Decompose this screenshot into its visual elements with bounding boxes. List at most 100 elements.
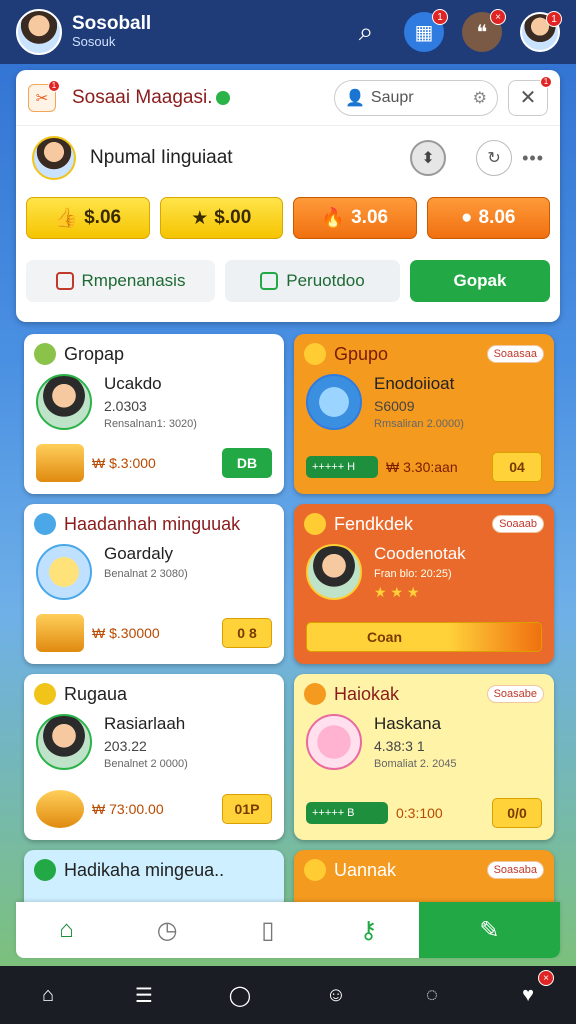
card-value: 4.38:3 1 <box>374 738 425 754</box>
card-avatar <box>36 374 92 430</box>
document-icon[interactable]: ▯ <box>217 902 318 958</box>
notification-badge: 1 <box>432 9 448 25</box>
app-title: Sosoball Sosouk <box>72 14 151 50</box>
heart-icon[interactable]: ♥ × <box>506 970 554 1017</box>
coin-button[interactable]: ● 8.06 <box>426 197 550 239</box>
bookmark-icon[interactable]: ☰ <box>122 973 166 1017</box>
card-sub: Rensalnan1: 3020) <box>104 418 197 430</box>
card[interactable]: Fendkdek Soaaab Coodenotak Fran blo: 20:25… <box>294 504 554 664</box>
user-icon: 👤 <box>345 89 365 107</box>
notification-badge: 1 <box>540 75 552 88</box>
home-icon[interactable]: ⌂ <box>26 973 70 1017</box>
card-name: Coodenotak <box>374 544 466 563</box>
upload-icon[interactable]: ⬍ <box>410 140 447 176</box>
coin-button[interactable]: ★ $.00 <box>159 197 283 239</box>
card-action-button[interactable]: DB <box>222 448 272 478</box>
card-sub: Rmsaliran 2.0000) <box>374 418 464 430</box>
card-title: Gropap <box>64 343 125 364</box>
card-sub: Bomaliat 2. 2045 <box>374 758 457 770</box>
card-action-button[interactable]: 0 8 <box>222 618 272 648</box>
gopak-button[interactable]: Gopak <box>410 260 550 302</box>
card-action-button[interactable]: 04 <box>492 452 542 482</box>
card-value: S6009 <box>374 398 415 414</box>
card-sub: Benalnet 2 0000) <box>104 758 188 770</box>
more-icon[interactable]: ••• <box>522 148 544 169</box>
card-name: Rasiarlaah <box>104 714 186 733</box>
check-icon <box>304 343 326 365</box>
notification-badge: × <box>538 970 554 986</box>
search-input[interactable]: 👤 Saupr ⚙ <box>334 79 498 116</box>
rating-stars: ★ ★ ★ <box>374 584 420 600</box>
card-action-button[interactable]: 0/0 <box>492 798 542 828</box>
search-placeholder: Saupr <box>370 88 414 106</box>
coin-button[interactable]: 🔥 3.06 <box>293 197 417 239</box>
chat-icon[interactable]: ◌ <box>410 973 454 1017</box>
notification-badge: 1 <box>48 79 60 92</box>
page-header: ✂ 1 Sosaai Maagasi. 👤 Saupr ⚙ ✕ 1 <box>16 70 560 126</box>
gear-icon[interactable]: ⚙ <box>473 88 487 108</box>
card-action-button[interactable]: 01P <box>222 794 272 824</box>
clock-icon[interactable]: ◷ <box>117 902 218 958</box>
action-row: Rmpenanasis Peruotdoo Gopak <box>16 246 560 308</box>
cart-icon <box>36 544 92 600</box>
close-button[interactable]: ✕ 1 <box>508 75 552 116</box>
tab-peruotdoo[interactable]: Peruotdoo <box>225 260 400 302</box>
thumb-icon: 👍 <box>54 208 79 229</box>
notification-badge: × <box>490 9 506 25</box>
coins-icon: ● <box>461 207 473 228</box>
card[interactable]: Gpupo Soaasaa Enodoiioat S6009 Rmsaliran 2.… <box>294 334 554 494</box>
card[interactable]: Haiokak Soasabe Haskana 4.38:3 1 Bomaliat 2… <box>294 674 554 840</box>
coin-value: $.00 <box>214 207 252 228</box>
check-icon <box>55 272 74 290</box>
check-icon <box>34 513 56 535</box>
coins-icon <box>36 614 84 652</box>
card-name: Enodoiioat <box>374 374 455 393</box>
refresh-icon[interactable]: ↻ <box>476 140 513 176</box>
home-icon[interactable]: ⌂ <box>16 902 117 958</box>
tab-rmpenanasis[interactable]: Rmpenanasis <box>26 260 215 302</box>
card-price: ₩ 73:00.00 <box>92 801 164 817</box>
profile-icon[interactable]: ☺ <box>314 973 358 1017</box>
key-icon[interactable]: ⚷ <box>318 902 419 958</box>
card[interactable]: Rugaua Rasiarlaah 203.22 Benalnet 2 0000) … <box>24 674 284 840</box>
card-price: ₩ $.3:000 <box>92 455 156 471</box>
close-icon <box>304 859 326 881</box>
chat-icon[interactable]: ❝ × <box>462 9 506 52</box>
app-bar: Sosoball Sosouk ⌕ ▦ 1 ❝ × 1 <box>0 0 576 64</box>
tools-icon[interactable]: ✂ 1 <box>28 79 60 112</box>
page-title: Sosaai Maagasi. <box>72 86 213 108</box>
app-avatar[interactable] <box>16 9 62 55</box>
status-badge: Soaaab <box>492 515 544 533</box>
coin-button[interactable]: 👍 $.06 <box>26 197 150 239</box>
system-nav-bar: ⌂ ☰ ◯ ☺ ◌ ♥ × <box>0 966 576 1024</box>
card-avatar <box>306 544 362 600</box>
card[interactable]: Haadanhah minguuak Goardaly Benalnat 2 30… <box>24 504 284 664</box>
card-price: ₩ $.30000 <box>92 625 160 641</box>
coin-value: 3.06 <box>351 207 389 228</box>
coin-value: 8.06 <box>478 207 516 228</box>
card-name: Haskana <box>374 714 442 733</box>
app-title-sub: Sosouk <box>72 34 116 50</box>
coan-button[interactable]: Coan <box>306 622 542 652</box>
card-name: Goardaly <box>104 544 173 563</box>
card-name: Ucakdo <box>104 374 162 393</box>
circle-icon[interactable]: ◯ <box>218 973 262 1017</box>
bowl-icon <box>306 374 362 430</box>
check-icon <box>34 343 56 365</box>
card-title: Fendkdek <box>334 513 414 534</box>
card-title: Rugaua <box>64 683 128 704</box>
card[interactable]: Gropap Ucakdo 2.0303 Rensalnan1: 3020) ₩ $… <box>24 334 284 494</box>
verified-icon <box>216 90 231 105</box>
header-panel: ✂ 1 Sosaai Maagasi. 👤 Saupr ⚙ ✕ 1 Npumal I… <box>16 70 560 322</box>
link-icon[interactable]: ✎ <box>418 902 560 958</box>
profile-avatar[interactable]: 1 <box>520 11 562 52</box>
card[interactable]: Hadikaha mingeua.. <box>24 850 284 910</box>
fire-icon: 🔥 <box>321 208 346 229</box>
coin-row: 👍 $.06 ★ $.00 🔥 3.06 ● 8.06 <box>16 190 560 246</box>
search-icon[interactable]: ⌕ <box>346 12 386 52</box>
user-avatar[interactable] <box>32 136 76 180</box>
action-label: Rmpenanasis <box>81 271 186 290</box>
card-sub: Fran blo: 20:25) <box>374 568 452 580</box>
card[interactable]: Uannak Soasaba <box>294 850 554 910</box>
calendar-icon[interactable]: ▦ 1 <box>404 9 448 52</box>
